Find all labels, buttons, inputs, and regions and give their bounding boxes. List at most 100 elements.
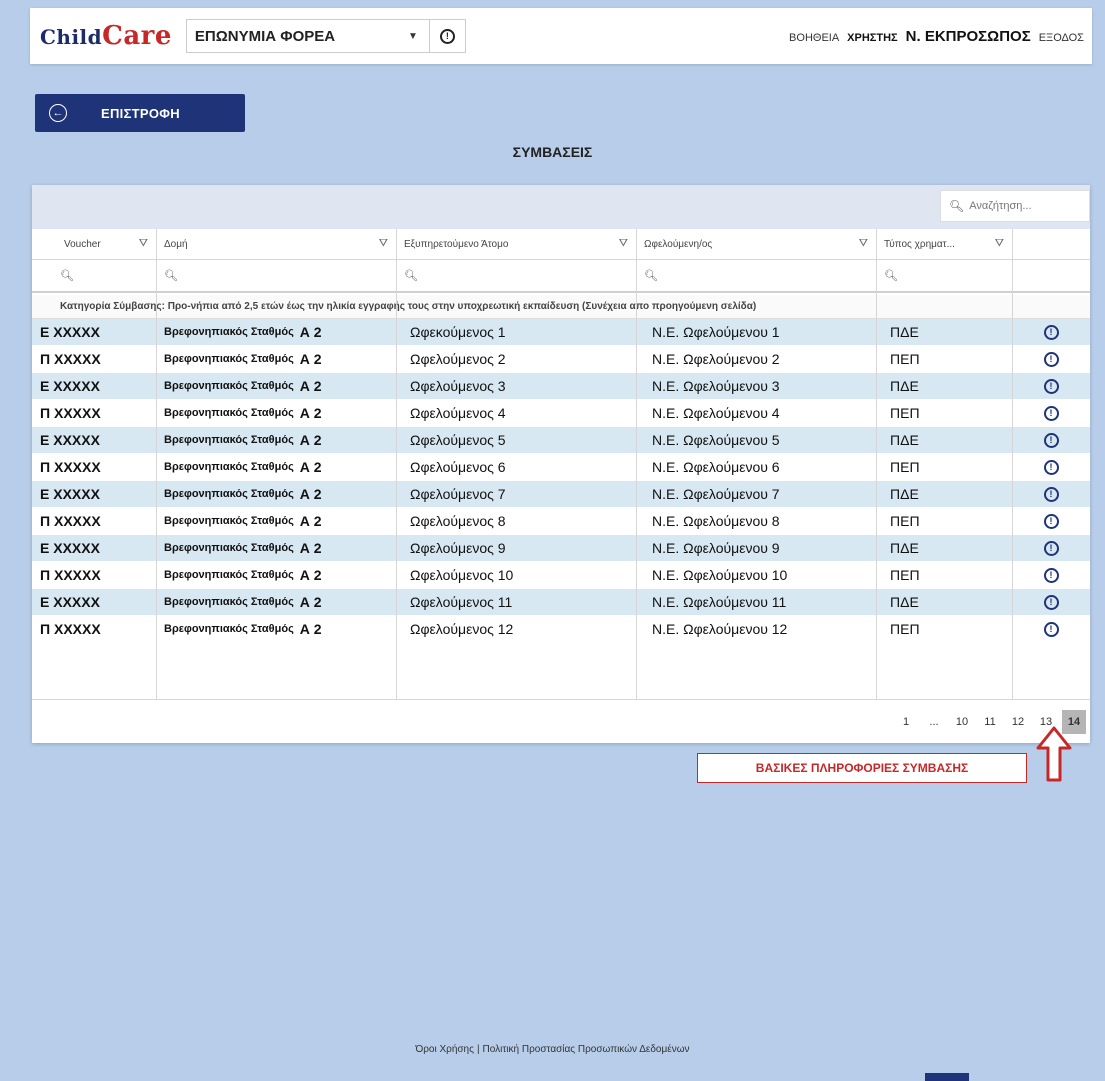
table-row[interactable]: Ε ΧΧΧΧΧ Βρεφονηπιακός Σταθμός Α 2 Ωφελούμεν… [32,373,1090,399]
filter-input-dom[interactable]: 🔍︎ [156,260,396,291]
table-row[interactable]: Ε ΧΧΧΧΧ Βρεφονηπιακός Σταθμός Α 2 Ωφελούμεν… [32,535,1090,561]
info-icon: ! [1043,405,1059,421]
search-input[interactable]: 🔍︎ Αναζήτηση... [940,190,1090,222]
funding-type-text: ΠΕΠ [890,513,920,529]
funnel-icon[interactable]: ⛛ [859,238,868,251]
privacy-link[interactable]: Πολιτική Προστασίας Προσωπικών Δεδομένων [483,1044,690,1055]
table-row[interactable]: Π ΧΧΧΧΧ Βρεφονηπιακός Σταθμός Α 2 Ωφελούμεν… [32,616,1090,642]
cell-voucher: Π ΧΧΧΧΧ [32,508,156,534]
contract-info-button[interactable]: ! [1012,373,1090,399]
funnel-icon[interactable]: ⛛ [619,238,628,251]
funding-type-text: ΠΔΕ [890,324,919,340]
beneficiary-text: Ν.Ε. Ωφελούμενου 8 [652,513,780,529]
user-link[interactable]: ΧΡΗΣΤΗΣ [847,32,897,44]
dom-text: Βρεφονηπιακός Σταθμός [164,353,294,365]
logo-text-child: Child [40,25,103,49]
contract-info-button[interactable]: ! [1012,454,1090,480]
cell-dom: Βρεφονηπιακός Σταθμός Α 2 [156,346,396,372]
table-row[interactable]: Π ΧΧΧΧΧ Βρεφονηπιακός Σταθμός Α 2 Ωφελούμεν… [32,508,1090,534]
page-button[interactable]: 10 [950,710,974,734]
page-button[interactable]: 12 [1006,710,1030,734]
info-icon: ! [1043,351,1059,367]
cell-funding-type: ΠΔΕ [876,319,1012,345]
contract-info-button[interactable]: ! [1012,427,1090,453]
corner-widget[interactable] [925,1073,969,1081]
funding-type-text: ΠΔΕ [890,432,919,448]
filter-input-funding-type[interactable]: 🔍︎ [876,260,1012,291]
cell-dom: Βρεφονηπιακός Σταθμός Α 2 [156,535,396,561]
cell-voucher: Ε ΧΧΧΧΧ [32,481,156,507]
column-header-funding-type[interactable]: Τύπος χρηματ... ⛛ [876,229,1012,259]
funnel-icon[interactable]: ⛛ [379,238,388,251]
table-row[interactable]: Ε ΧΧΧΧΧ Βρεφονηπιακός Σταθμός Α 2 Ωφελούμεν… [32,427,1090,453]
table-row[interactable]: Π ΧΧΧΧΧ Βρεφονηπιακός Σταθμός Α 2 Ωφελούμεν… [32,400,1090,426]
page-button[interactable]: 11 [978,710,1002,734]
info-icon: ! [1043,432,1059,448]
childcare-logo[interactable]: Child Care [40,21,172,51]
contract-info-button[interactable]: ! [1012,346,1090,372]
info-icon: ! [1043,621,1059,637]
voucher-text: Π ΧΧΧΧΧ [40,459,101,475]
person-text: Ωφεκούμενος 1 [410,324,506,340]
funnel-icon[interactable]: ⛛ [995,238,1004,251]
cell-beneficiary: Ν.Ε. Ωφελούμενου 6 [636,454,876,480]
table-row[interactable]: Ε ΧΧΧΧΧ Βρεφονηπιακός Σταθμός Α 2 Ωφελούμεν… [32,481,1090,507]
contract-info-button[interactable]: ! [1012,508,1090,534]
contract-info-button[interactable]: ! [1012,535,1090,561]
cell-beneficiary: Ν.Ε. Ωφελούμενου 12 [636,616,876,642]
cell-funding-type: ΠΕΠ [876,400,1012,426]
column-header-voucher[interactable]: Voucher ⛛ [32,229,156,259]
table-row[interactable]: Π ΧΧΧΧΧ Βρεφονηπιακός Σταθμός Α 2 Ωφελούμεν… [32,562,1090,588]
terms-link[interactable]: Όροι Χρήσης [415,1044,473,1055]
cell-funding-type: ΠΕΠ [876,454,1012,480]
cell-funding-type: ΠΔΕ [876,427,1012,453]
search-placeholder: Αναζήτηση... [969,200,1032,212]
grade-text: Α 2 [299,378,322,394]
voucher-text: Π ΧΧΧΧΧ [40,351,101,367]
voucher-text: Π ΧΧΧΧΧ [40,405,101,421]
caret-down-icon[interactable]: ▼ [397,31,429,42]
funnel-icon[interactable]: ⛛ [139,238,148,251]
grade-text: Α 2 [299,621,322,637]
contracts-table: Voucher ⛛ Δομή ⛛ Εξυπηρετούμενο Άτομο ⛛ … [32,229,1090,699]
filter-input-beneficiary[interactable]: 🔍︎ [636,260,876,291]
contract-info-button[interactable]: ! [1012,616,1090,642]
page-button-first[interactable]: 1 [894,710,918,734]
cell-person: Ωφελούμενος 8 [396,508,636,534]
help-link[interactable]: ΒΟΗΘΕΙΑ [789,32,839,44]
column-header-dom[interactable]: Δομή ⛛ [156,229,396,259]
beneficiary-text: Ν.Ε. Ωφελούμενου 1 [652,324,780,340]
table-row[interactable]: Π ΧΧΧΧΧ Βρεφονηπιακός Σταθμός Α 2 Ωφελούμεν… [32,454,1090,480]
contract-info-button[interactable]: ! [1012,562,1090,588]
column-header-person[interactable]: Εξυπηρετούμενο Άτομο ⛛ [396,229,636,259]
person-text: Ωφελούμενος 11 [410,594,513,610]
cell-person: Ωφελούμενος 3 [396,373,636,399]
cell-beneficiary: Ν.Ε. Ωφελούμενου 1 [636,319,876,345]
table-row[interactable]: Ε ΧΧΧΧΧ Βρεφονηπιακός Σταθμός Α 2 Ωφεκούμεν… [32,319,1090,345]
back-button[interactable]: ← ΕΠΙΣΤΡΟΦΗ [35,94,245,132]
contract-info-button[interactable]: ! [1012,481,1090,507]
funding-type-text: ΠΕΠ [890,621,920,637]
column-divider [636,229,637,699]
beneficiary-text: Ν.Ε. Ωφελούμενου 6 [652,459,780,475]
contract-info-button[interactable]: ! [1012,319,1090,345]
table-row[interactable]: Π ΧΧΧΧΧ Βρεφονηπιακός Σταθμός Α 2 Ωφελούμεν… [32,346,1090,372]
beneficiary-text: Ν.Ε. Ωφελούμενου 5 [652,432,780,448]
filter-input-person[interactable]: 🔍︎ [396,260,636,291]
contract-info-button[interactable]: ! [1012,400,1090,426]
organization-select[interactable]: ΕΠΩΝΥΜΙΑ ΦΟΡΕΑ ▼ ! [185,19,466,53]
representative-link[interactable]: Ν. ΕΚΠΡΟΣΩΠΟΣ [906,28,1031,45]
column-header-beneficiary[interactable]: Ωφελούμενη/ος ⛛ [636,229,876,259]
dom-text: Βρεφονηπιακός Σταθμός [164,488,294,500]
contract-info-button[interactable]: ! [1012,589,1090,615]
cell-person: Ωφελούμενος 9 [396,535,636,561]
logout-link[interactable]: ΕΞΟΔΟΣ [1039,32,1084,44]
cell-voucher: Π ΧΧΧΧΧ [32,400,156,426]
organization-info-button[interactable]: ! [428,20,465,52]
info-icon: ! [1043,324,1059,340]
cell-dom: Βρεφονηπιακός Σταθμός Α 2 [156,454,396,480]
filter-input-voucher[interactable]: 🔍︎ [32,260,156,291]
table-row[interactable]: Ε ΧΧΧΧΧ Βρεφονηπιακός Σταθμός Α 2 Ωφελούμεν… [32,589,1090,615]
beneficiary-text: Ν.Ε. Ωφελούμενου 4 [652,405,780,421]
grade-text: Α 2 [299,513,322,529]
